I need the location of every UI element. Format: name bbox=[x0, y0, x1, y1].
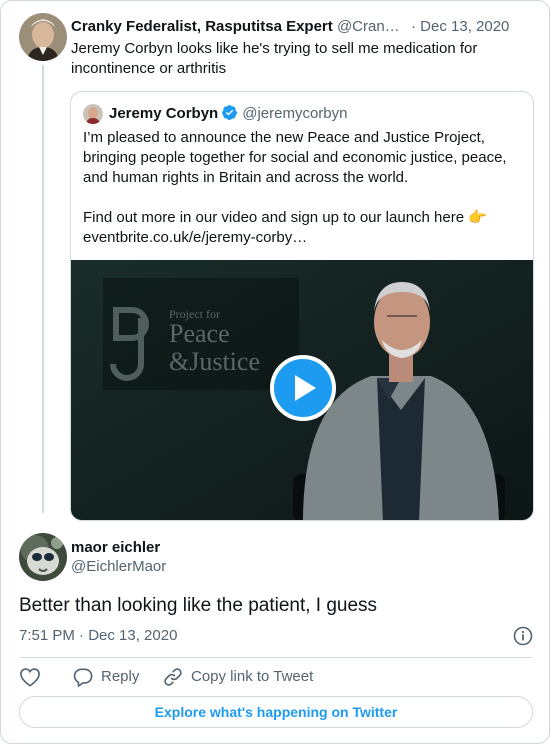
video-logo-line3: &Justice bbox=[169, 347, 260, 376]
copy-link-label: Copy link to Tweet bbox=[191, 668, 314, 685]
parent-handle[interactable]: @Cran… bbox=[337, 18, 400, 35]
quoted-header: Jeremy Corbyn @jeremycorbyn bbox=[109, 104, 347, 124]
reply-avatar[interactable] bbox=[19, 533, 67, 581]
parent-display-name[interactable]: Cranky Federalist, Rasputitsa Expert bbox=[71, 18, 333, 35]
reply-timestamp[interactable]: 7:51 PM · Dec 13, 2020 bbox=[19, 626, 177, 646]
divider bbox=[19, 657, 533, 658]
quoted-link[interactable]: eventbrite.co.uk/e/jeremy-corby… bbox=[83, 228, 523, 248]
quoted-tweet[interactable]: Jeremy Corbyn @jeremycorbyn I’m pleased t… bbox=[70, 91, 534, 521]
info-icon[interactable] bbox=[513, 626, 533, 646]
parent-tweet-text: Jeremy Corbyn looks like he's trying to … bbox=[71, 40, 478, 77]
quoted-paragraph-2: Find out more in our video and sign up t… bbox=[83, 208, 523, 228]
pointing-hand-icon: 👉 bbox=[468, 209, 487, 226]
parent-date[interactable]: · Dec 13, 2020 bbox=[411, 17, 509, 37]
link-icon bbox=[164, 668, 182, 686]
reply-label: Reply bbox=[101, 668, 140, 685]
reply-handle[interactable]: @EichlerMaor bbox=[71, 557, 166, 577]
play-icon bbox=[295, 375, 316, 401]
quoted-handle: @jeremycorbyn bbox=[242, 105, 348, 122]
embedded-tweet-card: Cranky Federalist, Rasputitsa Expert @Cr… bbox=[0, 0, 550, 744]
quoted-paragraph-2-text: Find out more in our video and sign up t… bbox=[83, 209, 465, 226]
parent-header: Cranky Federalist, Rasputitsa Expert @Cr… bbox=[71, 17, 541, 37]
video-thumbnail[interactable]: Project for Peace &Justice bbox=[71, 260, 533, 520]
verified-badge-icon bbox=[222, 105, 238, 120]
thread-line bbox=[42, 65, 44, 513]
quoted-paragraph-1: I’m pleased to announce the new Peace an… bbox=[83, 129, 507, 186]
parent-avatar[interactable] bbox=[19, 13, 67, 61]
quoted-avatar bbox=[83, 104, 103, 124]
play-button[interactable] bbox=[270, 355, 336, 421]
quoted-display-name: Jeremy Corbyn bbox=[109, 105, 219, 122]
reply-tweet-text: Better than looking like the patient, I … bbox=[19, 595, 378, 616]
video-logo-line2: Peace bbox=[169, 319, 230, 348]
quoted-tweet-text: I’m pleased to announce the new Peace an… bbox=[83, 128, 523, 248]
reply-display-name[interactable]: maor eichler bbox=[71, 538, 160, 558]
heart-icon bbox=[20, 668, 40, 687]
explore-twitter-button[interactable]: Explore what's happening on Twitter bbox=[19, 696, 533, 728]
reply-icon bbox=[73, 668, 93, 687]
